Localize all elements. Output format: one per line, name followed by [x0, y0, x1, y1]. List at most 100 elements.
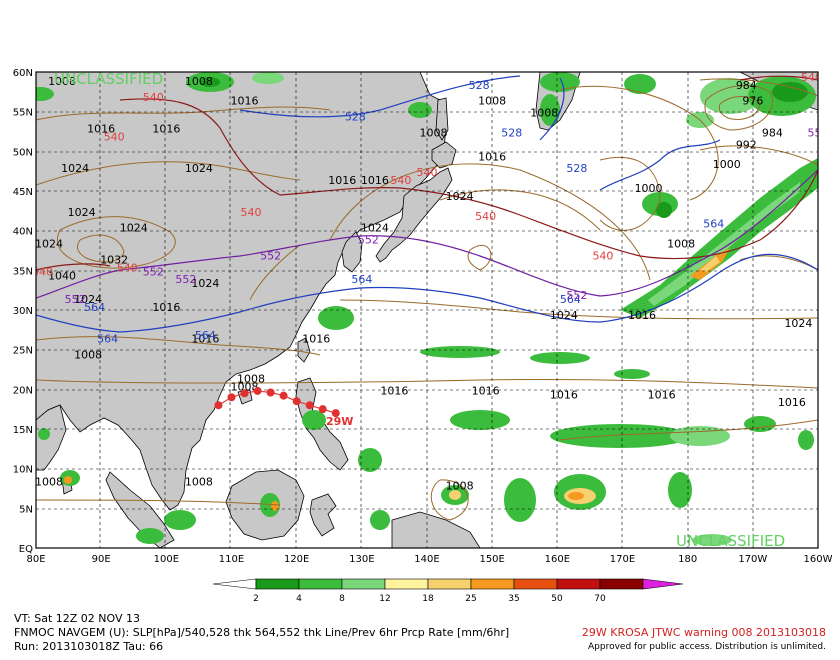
- longitude-label: 160W: [804, 554, 833, 565]
- longitude-label: 180: [678, 554, 697, 565]
- contour-label-thk540: 540: [390, 174, 411, 187]
- latitude-label: 60N: [13, 68, 33, 79]
- colorbar-tick-label: 70: [594, 594, 606, 604]
- contour-label-slp: 1000: [635, 182, 663, 195]
- contour-label-slp: 1016: [302, 333, 330, 346]
- contour-label-slp: 992: [736, 138, 757, 151]
- longitude-label: 140E: [414, 554, 439, 565]
- contour-label-thk528: 528: [566, 162, 587, 175]
- contour-label-thk564: 564: [84, 301, 105, 314]
- colorbar-segment: [599, 578, 644, 590]
- classification-bottom: UNCLASSIFIED: [676, 532, 785, 550]
- classification-top: UNCLASSIFIED: [54, 70, 163, 88]
- storm-label: 29W: [326, 415, 353, 428]
- contour-label-slp: 1024: [185, 162, 213, 175]
- colorbar-segment: [341, 578, 386, 590]
- storm-position-marker: [214, 401, 223, 410]
- contour-label-slp: 1016: [231, 95, 259, 108]
- colorbar-segment: [513, 578, 558, 590]
- contour-label-slp: 1008: [420, 126, 448, 139]
- colorbar-tick-label: 12: [379, 594, 390, 604]
- latitude-label: 20N: [13, 385, 33, 396]
- colorbar-tick-label: 4: [296, 594, 302, 604]
- contour-label-slp: 1008: [530, 107, 558, 120]
- storm-position-marker: [253, 386, 262, 395]
- run-info: Run: 2013103018Z Tau: 66: [14, 640, 164, 653]
- colorbar-tick-label: 35: [508, 594, 519, 604]
- contour-label-slp: 1024: [784, 317, 812, 330]
- model-description: FNMOC NAVGEM (U): SLP[hPa]/540,528 thk 5…: [14, 626, 510, 639]
- colorbar-segment: [384, 578, 429, 590]
- contour-label-slp: 1024: [35, 238, 63, 251]
- storm-position-marker: [318, 405, 327, 414]
- contour-label-thk552: 552: [175, 273, 196, 286]
- colorbar-segment: [298, 578, 343, 590]
- storm-position-marker: [292, 397, 301, 406]
- storm-position-marker: [305, 401, 314, 410]
- contour-label-slp: 1016: [478, 150, 506, 163]
- contour-label-slp: 1016: [550, 388, 578, 401]
- contour-label-thk540: 540: [241, 206, 262, 219]
- contour-label-thk528: 528: [345, 111, 366, 124]
- colorbar-tick-label: 2: [253, 594, 259, 604]
- latitude-label: 30N: [13, 306, 33, 317]
- colorbar-arrow-left: [212, 578, 257, 590]
- longitude-label: 130E: [349, 554, 374, 565]
- contour-label-thk540: 540: [475, 210, 496, 223]
- contour-label-slp: 1016: [778, 396, 806, 409]
- longitude-label: 90E: [92, 554, 111, 565]
- longitude-label: 150E: [479, 554, 504, 565]
- contour-label-thk528: 528: [469, 79, 490, 92]
- contour-label-slp: 1016: [380, 384, 408, 397]
- contour-label-slp: 1008: [185, 75, 213, 88]
- storm-position-marker: [266, 388, 275, 397]
- contour-label-slp: 1008: [74, 349, 102, 362]
- colorbar-tick-label: 50: [551, 594, 563, 604]
- contour-label-slp: 1008: [35, 476, 63, 489]
- contour-label-slp: 1016: [152, 123, 180, 136]
- contour-label-thk564: 564: [195, 329, 216, 342]
- contour-label-slp: 1024: [68, 206, 96, 219]
- storm-position-marker: [227, 393, 236, 402]
- valid-time: VT: Sat 12Z 02 NOV 13: [14, 612, 141, 625]
- contour-label-slp: 1024: [550, 309, 578, 322]
- contour-label-slp: 1024: [120, 222, 148, 235]
- latitude-label: 15N: [13, 425, 33, 436]
- storm-position-marker: [279, 391, 288, 400]
- contour-label-thk540: 540: [117, 261, 138, 274]
- contour-label-thk540: 540: [417, 166, 438, 179]
- contour-label-slp: 1008: [185, 476, 213, 489]
- weather-map: 1008 10081016 101610161024 1024102410241032…: [13, 68, 833, 604]
- latitude-label: 50N: [13, 147, 33, 158]
- longitude-label: 170W: [738, 554, 767, 565]
- latitude-label: 55N: [13, 108, 33, 119]
- longitude-label: 160E: [545, 554, 570, 565]
- contour-label-slp: 976: [742, 95, 763, 108]
- colorbar-tick-label: 25: [465, 594, 476, 604]
- contour-label-thk540: 540: [32, 265, 53, 278]
- warning-text: 29W KROSA JTWC warning 008 2013103018: [581, 626, 826, 639]
- contour-label-thk540: 540: [143, 91, 164, 104]
- contour-label-thk564: 564: [97, 333, 118, 346]
- contour-label-slp: 984: [762, 126, 783, 139]
- contour-label-slp: 1024: [446, 190, 474, 203]
- contour-label-thk552: 552: [358, 234, 379, 247]
- contour-label-thk552: 552: [143, 265, 164, 278]
- contour-label-slp: 1016: [628, 309, 656, 322]
- contour-label-slp: 984: [736, 79, 757, 92]
- contour-label-thk528: 528: [501, 126, 522, 139]
- longitude-label: 110E: [219, 554, 244, 565]
- contour-label-thk552: 552: [260, 249, 281, 262]
- colorbar-segment: [470, 578, 515, 590]
- contour-label-thk540: 540: [801, 71, 822, 84]
- contour-label-slp: 1016: [328, 174, 356, 187]
- longitude-label: 80E: [26, 554, 45, 565]
- latitude-label: 45N: [13, 187, 33, 198]
- colorbar-segment: [427, 578, 472, 590]
- contour-label-slp: 1016: [472, 384, 500, 397]
- longitude-label: 170E: [610, 554, 635, 565]
- contour-label-slp: 1008: [237, 372, 265, 385]
- contour-label-slp: 1024: [61, 162, 89, 175]
- latitude-label: 25N: [13, 346, 33, 357]
- contour-label-thk564: 564: [703, 218, 724, 231]
